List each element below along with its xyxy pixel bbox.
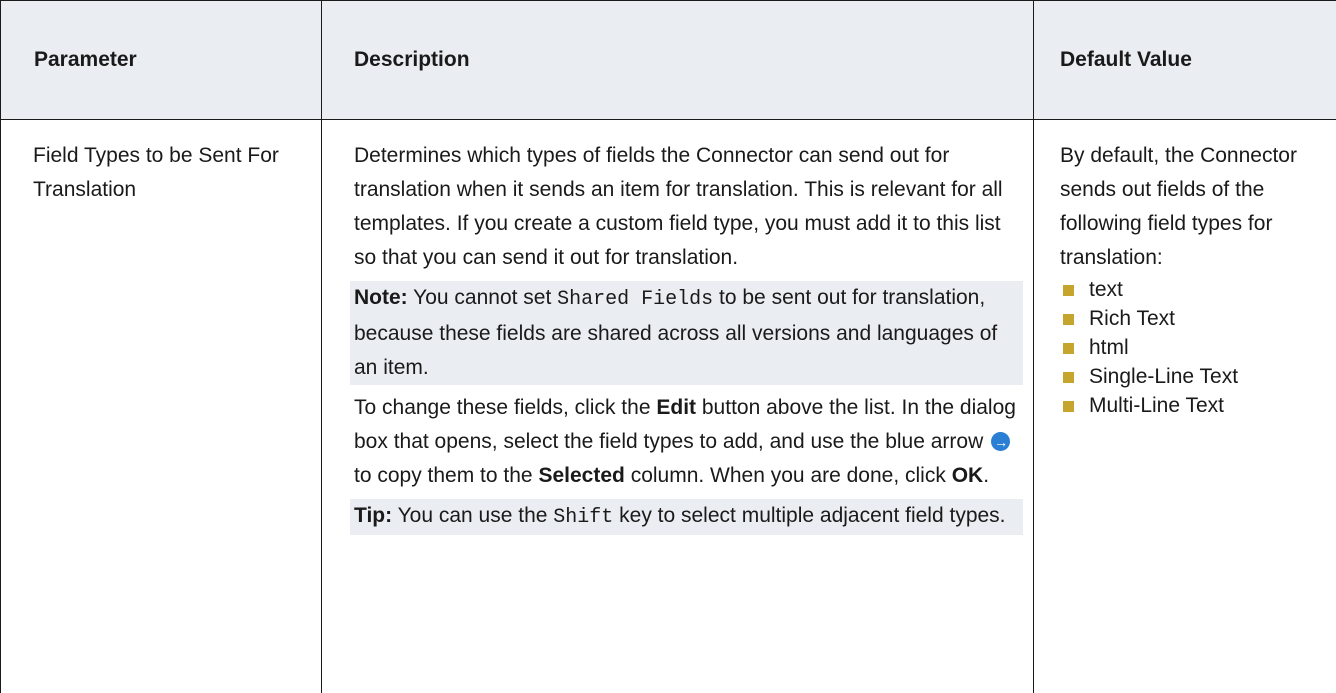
- field-types-list: text Rich Text html Single-Line Text Mul…: [1060, 275, 1326, 420]
- list-item: text: [1060, 275, 1326, 304]
- note-block: Note: You cannot set Shared Fields to be…: [350, 281, 1023, 385]
- tip-label: Tip:: [354, 504, 392, 527]
- note-label: Note:: [354, 286, 408, 309]
- tip-code: Shift: [553, 506, 613, 529]
- steps-block: To change these fields, click the Edit b…: [354, 391, 1019, 493]
- arrow-right-circle-icon: [991, 432, 1010, 451]
- description-intro: Determines which types of fields the Con…: [354, 139, 1019, 275]
- description-cell: Determines which types of fields the Con…: [322, 120, 1034, 693]
- note-code: Shared Fields: [557, 288, 713, 311]
- tip-block: Tip: You can use the Shift key to select…: [350, 499, 1023, 535]
- steps-selected-label: Selected: [538, 464, 624, 487]
- header-default-value: Default Value: [1034, 1, 1336, 120]
- header-parameter: Parameter: [1, 1, 322, 120]
- note-text-pre: You cannot set: [413, 286, 551, 309]
- list-item: Multi-Line Text: [1060, 391, 1326, 420]
- table-row: Field Types to be Sent For Translation D…: [1, 120, 1336, 693]
- steps-text-pre: To change these fields, click the: [354, 396, 651, 419]
- tip-text-post: key to select multiple adjacent field ty…: [619, 504, 1005, 527]
- steps-text-mid2: to copy them to the: [354, 464, 533, 487]
- steps-ok-label: OK: [952, 464, 984, 487]
- steps-edit-label: Edit: [656, 396, 696, 419]
- parameter-cell: Field Types to be Sent For Translation: [1, 120, 322, 693]
- parameters-table: Parameter Description Default Value Fiel…: [0, 0, 1336, 693]
- list-item: html: [1060, 333, 1326, 362]
- steps-text-post: column. When you are done, click: [631, 464, 946, 487]
- steps-text-end: .: [983, 464, 989, 487]
- list-item: Single-Line Text: [1060, 362, 1326, 391]
- tip-text-pre: You can use the: [398, 504, 548, 527]
- header-row: Parameter Description Default Value: [1, 1, 1336, 120]
- default-value-cell: By default, the Connector sends out fiel…: [1034, 120, 1336, 693]
- header-description: Description: [322, 1, 1034, 120]
- parameter-name: Field Types to be Sent For Translation: [33, 144, 279, 201]
- list-item: Rich Text: [1060, 304, 1326, 333]
- default-intro: By default, the Connector sends out fiel…: [1060, 139, 1326, 275]
